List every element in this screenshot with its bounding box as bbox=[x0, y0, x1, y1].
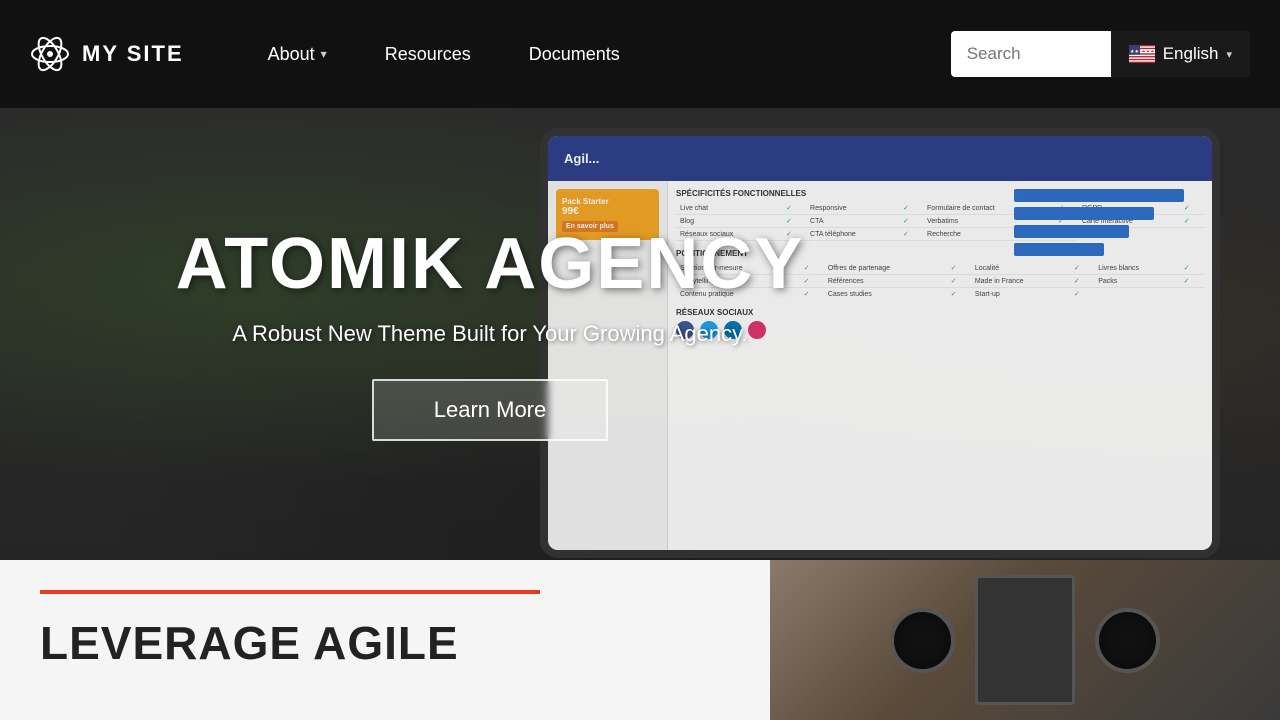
hero-subtitle: A Robust New Theme Built for Your Growin… bbox=[176, 321, 805, 347]
bar bbox=[1014, 225, 1129, 238]
bar bbox=[1014, 207, 1154, 220]
lower-right-image bbox=[770, 560, 1280, 720]
hero-content: ATOMIK AGENCY A Robust New Theme Built f… bbox=[176, 227, 805, 441]
hero-title: ATOMIK AGENCY bbox=[176, 227, 805, 303]
nav-right: ★★★★★★ English ▾ bbox=[951, 31, 1250, 77]
speaker-1 bbox=[890, 608, 955, 673]
site-logo[interactable]: MY SITE bbox=[30, 34, 184, 74]
bar bbox=[1014, 243, 1104, 256]
nav-links: About ▾ Resources Documents bbox=[244, 34, 951, 75]
nav-documents[interactable]: Documents bbox=[505, 34, 644, 75]
logo-text: MY SITE bbox=[82, 41, 184, 67]
accent-line bbox=[40, 590, 540, 594]
bar bbox=[1014, 189, 1184, 202]
bar-row bbox=[1014, 207, 1204, 220]
search-input[interactable] bbox=[951, 31, 1111, 77]
lower-section: LEVERAGE AGILE bbox=[0, 560, 1280, 720]
tablet-header: Agil... bbox=[548, 136, 1212, 181]
language-label: English bbox=[1163, 44, 1219, 64]
bar-row bbox=[1014, 243, 1204, 256]
learn-more-button[interactable]: Learn More bbox=[372, 379, 609, 441]
lower-left: LEVERAGE AGILE bbox=[0, 560, 770, 670]
language-selector[interactable]: ★★★★★★ English ▾ bbox=[1111, 31, 1250, 77]
bar-row bbox=[1014, 225, 1204, 238]
chevron-down-icon: ▾ bbox=[1226, 48, 1232, 61]
flag-icon: ★★★★★★ bbox=[1129, 45, 1155, 63]
chevron-down-icon: ▾ bbox=[321, 47, 327, 61]
nav-resources[interactable]: Resources bbox=[361, 34, 495, 75]
bar-chart bbox=[1014, 189, 1204, 256]
speaker-2 bbox=[1095, 608, 1160, 673]
nav-about[interactable]: About ▾ bbox=[244, 34, 351, 75]
tablet-header-text: Agil... bbox=[564, 151, 599, 166]
atom-icon bbox=[30, 34, 70, 74]
lower-image-bg bbox=[770, 560, 1280, 720]
svg-text:★★★★★★: ★★★★★★ bbox=[1130, 49, 1155, 55]
hero-section: Agil... bbox=[0, 108, 1280, 560]
lower-title: LEVERAGE AGILE bbox=[40, 616, 730, 670]
equipment-center bbox=[975, 575, 1075, 705]
bar-row bbox=[1014, 189, 1204, 202]
navbar: MY SITE About ▾ Resources Documents bbox=[0, 0, 1280, 108]
